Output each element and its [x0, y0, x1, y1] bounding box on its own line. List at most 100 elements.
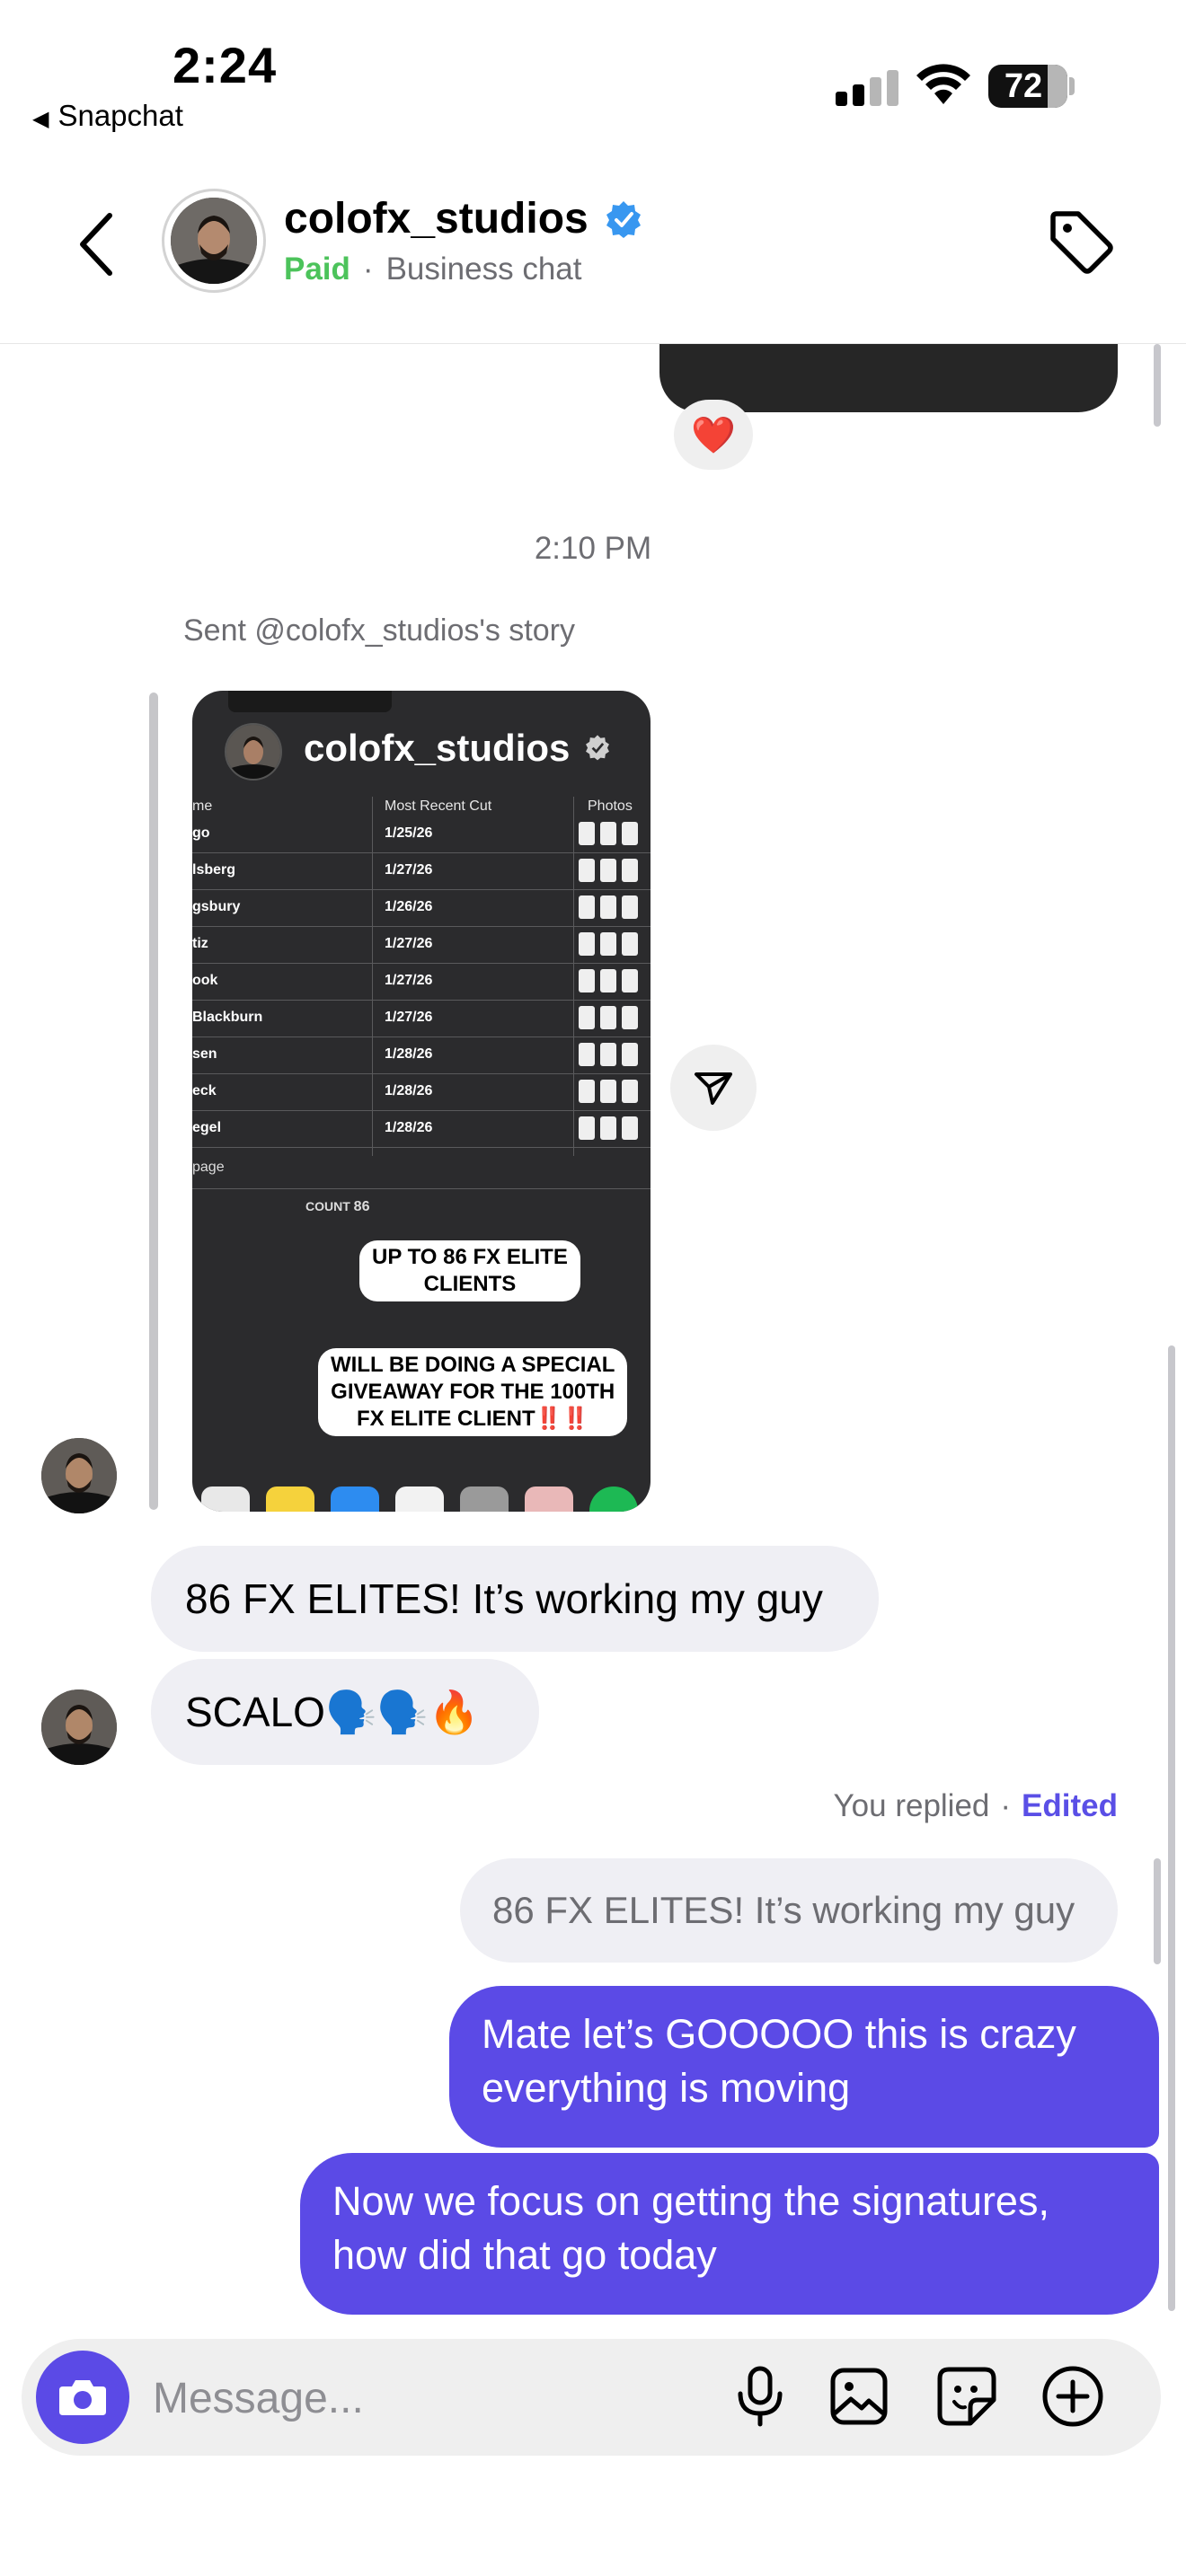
tag-icon[interactable]	[1044, 205, 1116, 277]
back-app-label: Snapchat	[58, 99, 183, 132]
photo-thumbnail	[579, 1006, 595, 1029]
story-table-row: go 1/25/26	[192, 816, 651, 853]
sender-avatar[interactable]	[41, 1438, 117, 1513]
photo-thumbnail	[622, 969, 638, 992]
row-photos	[579, 859, 638, 882]
story-sticker-line: FX ELITE CLIENT‼️‼️	[357, 1407, 589, 1431]
heart-reaction[interactable]: ❤️	[674, 400, 753, 470]
row-date: 1/25/26	[385, 825, 433, 841]
microphone-button[interactable]	[724, 2360, 796, 2432]
message-input[interactable]	[151, 2366, 694, 2430]
gallery-button[interactable]	[823, 2360, 895, 2432]
row-date: 1/28/26	[385, 1120, 433, 1135]
message-text: Now we focus on getting the signatures, …	[332, 2178, 1049, 2278]
story-table-row: sen 1/28/26	[192, 1037, 651, 1074]
story-text-sticker: UP TO 86 FX ELITE CLIENTS	[359, 1240, 580, 1301]
row-name: gsbury	[192, 899, 241, 914]
row-name: lsberg	[192, 862, 236, 878]
row-name: egel	[192, 1120, 222, 1135]
story-dock	[192, 1486, 651, 1512]
row-photos	[579, 1043, 638, 1066]
row-name: tiz	[192, 936, 208, 951]
story-table-row: tiz 1/27/26	[192, 927, 651, 964]
photo-thumbnail	[622, 859, 638, 882]
story-reply-bar	[149, 693, 158, 1510]
row-date: 1/27/26	[385, 862, 433, 878]
header-avatar[interactable]	[162, 189, 266, 293]
photo-thumbnail	[622, 895, 638, 919]
message-timestamp: 2:10 PM	[534, 531, 652, 566]
quoted-message[interactable]: 86 FX ELITES! It’s working my guy	[460, 1858, 1118, 1963]
battery-level: 72	[1004, 66, 1043, 105]
photo-thumbnail	[622, 1080, 638, 1103]
photo-thumbnail	[622, 1116, 638, 1140]
message-text: 86 FX ELITES! It’s working my guy	[185, 1575, 823, 1622]
row-date: 1/27/26	[385, 936, 433, 951]
outgoing-message[interactable]: Mate let’s GOOOOO this is crazy everythi…	[449, 1986, 1159, 2148]
row-photos	[579, 932, 638, 956]
camera-icon	[59, 2380, 106, 2415]
story-text-sticker: WILL BE DOING A SPECIAL GIVEAWAY FOR THE …	[318, 1348, 628, 1436]
row-date: 1/27/26	[385, 973, 433, 988]
count-value: 86	[353, 1199, 370, 1214]
row-photos	[579, 969, 638, 992]
photo-thumbnail	[622, 932, 638, 956]
photo-thumbnail	[600, 1006, 616, 1029]
heart-icon: ❤️	[691, 415, 736, 455]
photo-thumbnail	[600, 969, 616, 992]
status-time: 2:24	[173, 37, 278, 93]
microphone-icon	[738, 2366, 783, 2427]
app-icon	[395, 1486, 444, 1512]
row-photos	[579, 1116, 638, 1140]
photo-thumbnail	[579, 1116, 595, 1140]
scrollbar[interactable]	[1154, 344, 1161, 427]
back-to-app-link[interactable]: ◀ Snapchat	[32, 99, 183, 133]
story-caption: Sent @colofx_studios's story	[183, 613, 575, 648]
photo-thumbnail	[600, 1116, 616, 1140]
scrollbar[interactable]	[1154, 1858, 1161, 1964]
plus-circle-icon	[1042, 2366, 1103, 2427]
sender-avatar[interactable]	[41, 1689, 117, 1765]
row-name: eck	[192, 1083, 217, 1098]
story-sticker-line: CLIENTS	[423, 1272, 517, 1296]
more-button[interactable]	[1037, 2360, 1109, 2432]
photo-thumbnail	[579, 932, 595, 956]
table-divider	[192, 1188, 651, 1189]
app-icon	[331, 1486, 379, 1512]
back-chevron-icon[interactable]	[72, 208, 126, 280]
send-icon	[695, 1072, 732, 1105]
photo-thumbnail	[579, 1080, 595, 1103]
sticker-button[interactable]	[931, 2360, 1003, 2432]
photo-thumbnail	[622, 1006, 638, 1029]
story-table-row: lsberg 1/27/26	[192, 853, 651, 890]
app-icon	[201, 1486, 250, 1512]
contact-name[interactable]: colofx_studios	[284, 194, 589, 243]
camera-button[interactable]	[36, 2351, 129, 2444]
share-story-button[interactable]	[670, 1045, 757, 1131]
edited-link[interactable]: Edited	[1022, 1788, 1118, 1823]
shared-story-card[interactable]: colofx_studios me Most Recent Cut Photos…	[192, 691, 651, 1512]
separator: ·	[1000, 1788, 1012, 1823]
story-verified-icon	[586, 735, 609, 761]
story-table-row: egel 1/28/26	[192, 1111, 651, 1148]
story-sticker-line: GIVEAWAY FOR THE 100TH	[331, 1380, 615, 1404]
message-thread[interactable]: ❤️ 2:10 PM Sent @colofx_studios's story …	[0, 344, 1186, 2334]
photo-thumbnail	[600, 822, 616, 845]
row-name: Blackburn	[192, 1010, 263, 1025]
story-username: colofx_studios	[304, 727, 571, 769]
incoming-message[interactable]: 86 FX ELITES! It’s working my guy	[151, 1546, 879, 1652]
row-photos	[579, 1006, 638, 1029]
row-date: 1/28/26	[385, 1083, 433, 1098]
scrollbar[interactable]	[1168, 1345, 1175, 2311]
quoted-text: 86 FX ELITES! It’s working my guy	[492, 1889, 1075, 1931]
paid-label: Paid	[284, 251, 350, 287]
outgoing-message[interactable]: Now we focus on getting the signatures, …	[300, 2153, 1159, 2315]
story-notch	[228, 691, 392, 712]
reply-status: You replied · Edited	[0, 1788, 1118, 1824]
story-table-row: eck 1/28/26	[192, 1074, 651, 1111]
story-table-header: me Most Recent Cut Photos	[192, 797, 651, 818]
row-date: 1/26/26	[385, 899, 433, 914]
incoming-message[interactable]: SCALO🗣️🗣️🔥	[151, 1659, 539, 1765]
row-date: 1/28/26	[385, 1046, 433, 1062]
story-count: COUNT 86	[305, 1199, 369, 1215]
